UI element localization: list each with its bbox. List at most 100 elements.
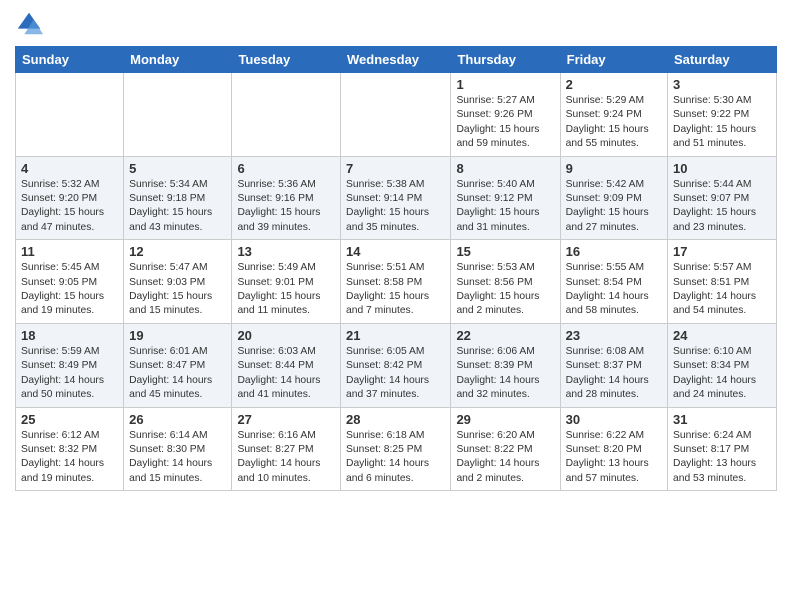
day-number: 1 bbox=[456, 77, 554, 92]
day-info: Sunrise: 5:45 AM Sunset: 9:05 PM Dayligh… bbox=[21, 261, 118, 319]
calendar-cell: 24 Sunrise: 6:10 AM Sunset: 8:34 PM Dayli… bbox=[668, 323, 777, 407]
day-number: 24 bbox=[673, 328, 771, 343]
logo bbox=[15, 10, 47, 38]
calendar-cell: 12Sunrise: 5:47 AM Sunset: 9:03 PM Dayli… bbox=[124, 240, 232, 324]
day-number: 23 bbox=[566, 328, 662, 343]
day-number: 31 bbox=[673, 412, 771, 427]
day-info: Sunrise: 5:55 AM Sunset: 8:54 PM Dayligh… bbox=[566, 261, 662, 319]
day-number: 17 bbox=[673, 244, 771, 259]
day-number: 2 bbox=[566, 77, 662, 92]
calendar-cell: 18 Sunrise: 5:59 AM Sunset: 8:49 PM Dayli… bbox=[16, 323, 124, 407]
day-number: 16 bbox=[566, 244, 662, 259]
day-info: Sunrise: 5:38 AM Sunset: 9:14 PM Dayligh… bbox=[346, 178, 445, 236]
day-number: 26 bbox=[129, 412, 226, 427]
day-info: Sunrise: 5:44 AM Sunset: 9:07 PM Dayligh… bbox=[673, 178, 771, 236]
calendar-table: SundayMondayTuesdayWednesdayThursdayFrid… bbox=[15, 46, 777, 491]
calendar-cell: 3 Sunrise: 5:30 AM Sunset: 9:22 PM Daylig… bbox=[668, 73, 777, 157]
calendar-header-sunday: Sunday bbox=[16, 47, 124, 73]
day-number: 27 bbox=[237, 412, 335, 427]
day-info: Sunrise: 5:59 AM Sunset: 8:49 PM Dayligh… bbox=[21, 345, 118, 403]
day-info: Sunrise: 6:08 AM Sunset: 8:37 PM Dayligh… bbox=[566, 345, 662, 403]
calendar-week-2: 4Sunrise: 5:32 AM Sunset: 9:20 PM Daylig… bbox=[16, 156, 777, 240]
calendar-week-5: 25Sunrise: 6:12 AM Sunset: 8:32 PM Dayli… bbox=[16, 407, 777, 491]
day-info: Sunrise: 5:57 AM Sunset: 8:51 PM Dayligh… bbox=[673, 261, 771, 319]
day-info: Sunrise: 5:42 AM Sunset: 9:09 PM Dayligh… bbox=[566, 178, 662, 236]
calendar-week-1: 1 Sunrise: 5:27 AM Sunset: 9:26 PM Daylig… bbox=[16, 73, 777, 157]
calendar-cell bbox=[16, 73, 124, 157]
calendar-cell bbox=[232, 73, 341, 157]
day-number: 3 bbox=[673, 77, 771, 92]
calendar-cell: 16 Sunrise: 5:55 AM Sunset: 8:54 PM Dayli… bbox=[560, 240, 667, 324]
day-number: 4 bbox=[21, 161, 118, 176]
day-number: 14 bbox=[346, 244, 445, 259]
calendar-cell: 30Sunrise: 6:22 AM Sunset: 8:20 PM Dayli… bbox=[560, 407, 667, 491]
calendar-cell: 25Sunrise: 6:12 AM Sunset: 8:32 PM Dayli… bbox=[16, 407, 124, 491]
day-number: 30 bbox=[566, 412, 662, 427]
calendar-cell: 9 Sunrise: 5:42 AM Sunset: 9:09 PM Daylig… bbox=[560, 156, 667, 240]
calendar-header-monday: Monday bbox=[124, 47, 232, 73]
day-info: Sunrise: 6:05 AM Sunset: 8:42 PM Dayligh… bbox=[346, 345, 445, 403]
day-info: Sunrise: 5:30 AM Sunset: 9:22 PM Dayligh… bbox=[673, 94, 771, 152]
day-info: Sunrise: 5:40 AM Sunset: 9:12 PM Dayligh… bbox=[456, 178, 554, 236]
day-info: Sunrise: 5:29 AM Sunset: 9:24 PM Dayligh… bbox=[566, 94, 662, 152]
calendar-cell: 21 Sunrise: 6:05 AM Sunset: 8:42 PM Dayli… bbox=[341, 323, 451, 407]
day-number: 13 bbox=[237, 244, 335, 259]
calendar-cell: 6 Sunrise: 5:36 AM Sunset: 9:16 PM Daylig… bbox=[232, 156, 341, 240]
day-number: 22 bbox=[456, 328, 554, 343]
day-number: 7 bbox=[346, 161, 445, 176]
day-info: Sunrise: 5:36 AM Sunset: 9:16 PM Dayligh… bbox=[237, 178, 335, 236]
day-number: 28 bbox=[346, 412, 445, 427]
day-info: Sunrise: 6:24 AM Sunset: 8:17 PM Dayligh… bbox=[673, 429, 771, 487]
day-number: 9 bbox=[566, 161, 662, 176]
calendar-cell: 8 Sunrise: 5:40 AM Sunset: 9:12 PM Daylig… bbox=[451, 156, 560, 240]
day-info: Sunrise: 5:49 AM Sunset: 9:01 PM Dayligh… bbox=[237, 261, 335, 319]
calendar-header-thursday: Thursday bbox=[451, 47, 560, 73]
calendar-cell: 17 Sunrise: 5:57 AM Sunset: 8:51 PM Dayli… bbox=[668, 240, 777, 324]
day-number: 15 bbox=[456, 244, 554, 259]
calendar-cell: 4Sunrise: 5:32 AM Sunset: 9:20 PM Daylig… bbox=[16, 156, 124, 240]
day-info: Sunrise: 6:16 AM Sunset: 8:27 PM Dayligh… bbox=[237, 429, 335, 487]
calendar-cell: 2 Sunrise: 5:29 AM Sunset: 9:24 PM Daylig… bbox=[560, 73, 667, 157]
day-info: Sunrise: 5:53 AM Sunset: 8:56 PM Dayligh… bbox=[456, 261, 554, 319]
calendar-header-wednesday: Wednesday bbox=[341, 47, 451, 73]
day-number: 5 bbox=[129, 161, 226, 176]
calendar-cell: 15 Sunrise: 5:53 AM Sunset: 8:56 PM Dayli… bbox=[451, 240, 560, 324]
calendar-cell bbox=[124, 73, 232, 157]
calendar-header-row: SundayMondayTuesdayWednesdayThursdayFrid… bbox=[16, 47, 777, 73]
calendar-cell: 10 Sunrise: 5:44 AM Sunset: 9:07 PM Dayli… bbox=[668, 156, 777, 240]
calendar-cell: 13 Sunrise: 5:49 AM Sunset: 9:01 PM Dayli… bbox=[232, 240, 341, 324]
day-number: 18 bbox=[21, 328, 118, 343]
calendar-cell: 26 Sunrise: 6:14 AM Sunset: 8:30 PM Dayli… bbox=[124, 407, 232, 491]
calendar-cell: 22 Sunrise: 6:06 AM Sunset: 8:39 PM Dayli… bbox=[451, 323, 560, 407]
day-number: 8 bbox=[456, 161, 554, 176]
logo-icon bbox=[15, 10, 43, 38]
day-info: Sunrise: 6:18 AM Sunset: 8:25 PM Dayligh… bbox=[346, 429, 445, 487]
day-info: Sunrise: 6:14 AM Sunset: 8:30 PM Dayligh… bbox=[129, 429, 226, 487]
day-info: Sunrise: 6:20 AM Sunset: 8:22 PM Dayligh… bbox=[456, 429, 554, 487]
calendar-cell: 27 Sunrise: 6:16 AM Sunset: 8:27 PM Dayli… bbox=[232, 407, 341, 491]
day-info: Sunrise: 6:12 AM Sunset: 8:32 PM Dayligh… bbox=[21, 429, 118, 487]
calendar-cell: 11Sunrise: 5:45 AM Sunset: 9:05 PM Dayli… bbox=[16, 240, 124, 324]
calendar-cell: 28 Sunrise: 6:18 AM Sunset: 8:25 PM Dayli… bbox=[341, 407, 451, 491]
day-info: Sunrise: 6:06 AM Sunset: 8:39 PM Dayligh… bbox=[456, 345, 554, 403]
day-info: Sunrise: 6:01 AM Sunset: 8:47 PM Dayligh… bbox=[129, 345, 226, 403]
calendar-week-3: 11Sunrise: 5:45 AM Sunset: 9:05 PM Dayli… bbox=[16, 240, 777, 324]
page-header bbox=[15, 10, 777, 38]
calendar-cell: 1 Sunrise: 5:27 AM Sunset: 9:26 PM Daylig… bbox=[451, 73, 560, 157]
calendar-cell: 29Sunrise: 6:20 AM Sunset: 8:22 PM Dayli… bbox=[451, 407, 560, 491]
calendar-header-friday: Friday bbox=[560, 47, 667, 73]
day-number: 12 bbox=[129, 244, 226, 259]
day-number: 20 bbox=[237, 328, 335, 343]
day-number: 19 bbox=[129, 328, 226, 343]
day-info: Sunrise: 5:27 AM Sunset: 9:26 PM Dayligh… bbox=[456, 94, 554, 152]
calendar-cell: 20 Sunrise: 6:03 AM Sunset: 8:44 PM Dayli… bbox=[232, 323, 341, 407]
day-info: Sunrise: 6:03 AM Sunset: 8:44 PM Dayligh… bbox=[237, 345, 335, 403]
day-info: Sunrise: 6:10 AM Sunset: 8:34 PM Dayligh… bbox=[673, 345, 771, 403]
calendar-cell: 7 Sunrise: 5:38 AM Sunset: 9:14 PM Daylig… bbox=[341, 156, 451, 240]
day-info: Sunrise: 5:51 AM Sunset: 8:58 PM Dayligh… bbox=[346, 261, 445, 319]
day-number: 6 bbox=[237, 161, 335, 176]
day-number: 10 bbox=[673, 161, 771, 176]
calendar-header-saturday: Saturday bbox=[668, 47, 777, 73]
day-number: 21 bbox=[346, 328, 445, 343]
calendar-cell: 5Sunrise: 5:34 AM Sunset: 9:18 PM Daylig… bbox=[124, 156, 232, 240]
